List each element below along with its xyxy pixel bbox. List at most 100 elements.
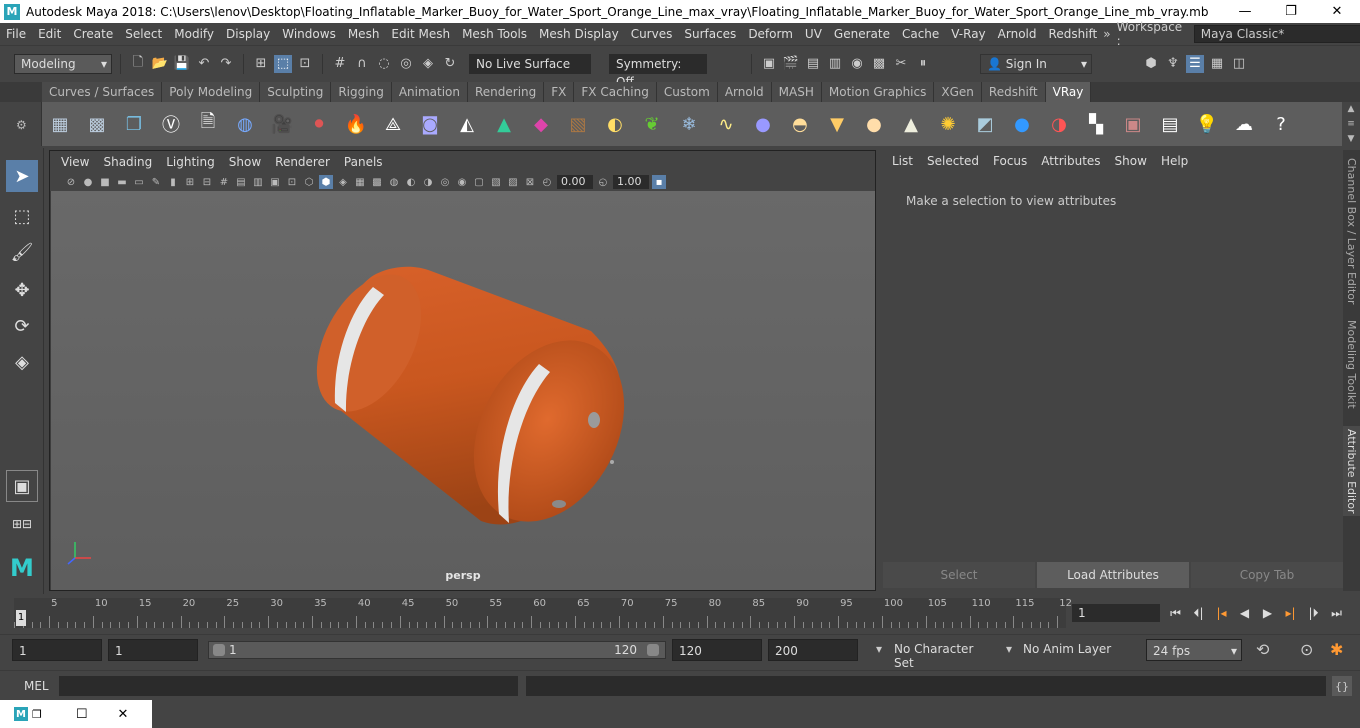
menu-display[interactable]: Display: [220, 27, 276, 41]
tab-modeling-toolkit[interactable]: Modeling Toolkit: [1343, 316, 1360, 412]
camera-select-icon[interactable]: ⊘: [64, 175, 78, 189]
vray-curve-icon[interactable]: ∿: [710, 108, 742, 140]
menu-file[interactable]: File: [0, 27, 32, 41]
menu-edit[interactable]: Edit: [32, 27, 67, 41]
copy-tab-button[interactable]: Copy Tab: [1191, 562, 1343, 588]
save-scene-icon[interactable]: 💾: [173, 55, 191, 73]
vray-log-icon[interactable]: 🗎: [192, 108, 224, 140]
script-language-label[interactable]: MEL: [24, 679, 49, 693]
shelf-tab-sculpting[interactable]: Sculpting: [260, 82, 332, 102]
shelf-tab-rigging[interactable]: Rigging: [331, 82, 392, 102]
channel-box-icon[interactable]: ◫: [1230, 55, 1248, 73]
scale-tool-icon[interactable]: ◈: [6, 346, 38, 378]
shelf-tab-mash[interactable]: MASH: [771, 82, 822, 102]
xray-joints-icon[interactable]: ▨: [506, 175, 520, 189]
select-object-icon[interactable]: ⬚: [274, 54, 292, 73]
snap-rotate-icon[interactable]: ↻: [441, 55, 459, 73]
vray-plane-icon[interactable]: ⟁: [377, 108, 409, 140]
smooth-shade-icon[interactable]: ⬢: [319, 175, 333, 189]
vray-material-icon[interactable]: ◍: [229, 108, 261, 140]
tab-channel-box[interactable]: Channel Box / Layer Editor: [1343, 156, 1360, 306]
chevron-down-icon[interactable]: ▾: [1006, 642, 1012, 656]
undo-icon[interactable]: ↶: [195, 55, 213, 73]
ae-menu-selected[interactable]: Selected: [920, 154, 986, 168]
vray-ies-light-icon[interactable]: ▼: [821, 108, 853, 140]
vray-dome-light-icon[interactable]: ◐: [599, 108, 631, 140]
paint-select-tool-icon[interactable]: 🖌: [6, 236, 38, 268]
grid-icon[interactable]: #: [217, 175, 231, 189]
character-controls-icon[interactable]: ♆: [1164, 55, 1182, 73]
buoy-model[interactable]: [51, 191, 875, 590]
range-handle-end[interactable]: [647, 644, 659, 656]
modeling-toolkit-icon[interactable]: ⬢: [1142, 55, 1160, 73]
menu-mesh-display[interactable]: Mesh Display: [533, 27, 625, 41]
menu-cache[interactable]: Cache: [896, 27, 945, 41]
select-component-icon[interactable]: ⊡: [296, 55, 314, 73]
snap-curve-icon[interactable]: ∩: [353, 55, 371, 73]
menu-redshift[interactable]: Redshift: [1043, 27, 1104, 41]
gate-mask-icon[interactable]: ▤: [234, 175, 248, 189]
shelf-menu-icon[interactable]: ≡: [1347, 119, 1355, 129]
snap-view-icon[interactable]: ◎: [397, 55, 415, 73]
color-management-icon[interactable]: ▪: [652, 175, 666, 189]
menu-modify[interactable]: Modify: [168, 27, 220, 41]
ae-menu-list[interactable]: List: [885, 154, 920, 168]
textured-icon[interactable]: ▦: [353, 175, 367, 189]
loop-icon[interactable]: ⟲: [1256, 640, 1269, 659]
auto-key-icon[interactable]: ⊙: [1300, 640, 1313, 659]
camera-attributes-icon[interactable]: ●: [81, 175, 95, 189]
menu-edit-mesh[interactable]: Edit Mesh: [385, 27, 456, 41]
motion-blur-icon[interactable]: ◑: [421, 175, 435, 189]
step-back-key-icon[interactable]: |◂: [1212, 604, 1231, 622]
anim-layer-dropdown[interactable]: No Anim Layer: [1023, 642, 1123, 656]
ae-menu-focus[interactable]: Focus: [986, 154, 1034, 168]
menu-uv[interactable]: UV: [799, 27, 828, 41]
render-settings-icon[interactable]: ▥: [826, 55, 844, 73]
vray-particles-icon[interactable]: ❄: [673, 108, 705, 140]
shelf-tab-rendering[interactable]: Rendering: [468, 82, 545, 102]
vray-render-elements-icon[interactable]: ▣: [1117, 108, 1149, 140]
help-icon[interactable]: ?: [1265, 108, 1297, 140]
menu-curves[interactable]: Curves: [625, 27, 679, 41]
safe-title-icon[interactable]: ⊡: [285, 175, 299, 189]
shelf-tab-arnold[interactable]: Arnold: [717, 82, 772, 102]
scroll-down-icon[interactable]: ▼: [1348, 134, 1355, 144]
vray-checker-icon[interactable]: ▚: [1080, 108, 1112, 140]
vray-wood-icon[interactable]: ▧: [562, 108, 594, 140]
snap-grid-icon[interactable]: #: [331, 55, 349, 73]
xray-icon[interactable]: ▧: [489, 175, 503, 189]
ae-menu-attributes[interactable]: Attributes: [1034, 154, 1107, 168]
shelf-tab-redshift[interactable]: Redshift: [981, 82, 1046, 102]
wireframe-icon[interactable]: ⬡: [302, 175, 316, 189]
fps-dropdown[interactable]: 24 fps ▾: [1146, 639, 1242, 661]
vray-table-icon[interactable]: ▤: [1154, 108, 1186, 140]
shelf-tab-vray[interactable]: VRay: [1045, 82, 1092, 102]
menu-mesh-tools[interactable]: Mesh Tools: [456, 27, 533, 41]
2d-pan-icon[interactable]: ▭: [132, 175, 146, 189]
vray-fire-icon[interactable]: 🔥: [340, 108, 372, 140]
gamma-field[interactable]: 1.00: [613, 175, 649, 189]
current-frame-field[interactable]: 1: [1072, 604, 1160, 622]
menu-set-dropdown[interactable]: Modeling ▾: [14, 53, 112, 74]
vray-omni-light-icon[interactable]: ●: [858, 108, 890, 140]
shelf-tab-fx-caching[interactable]: FX Caching: [574, 82, 657, 102]
animation-prefs-icon[interactable]: ✱: [1330, 640, 1343, 659]
tool-settings-icon[interactable]: ▦: [1208, 55, 1226, 73]
vray-settings-icon[interactable]: ▦: [44, 108, 76, 140]
camera-lock-icon[interactable]: ▮: [166, 175, 180, 189]
animation-end-field[interactable]: 200: [768, 639, 858, 661]
exposure-icon[interactable]: ◴: [540, 175, 554, 189]
four-view-layout-icon[interactable]: ⊞⊟: [6, 508, 38, 540]
exposure-field[interactable]: 0.00: [557, 175, 593, 189]
character-set-dropdown[interactable]: No Character Set: [894, 642, 994, 670]
film-gate-icon[interactable]: ⊞: [183, 175, 197, 189]
shelf-tab-curves-surfaces[interactable]: Curves / Surfaces: [42, 82, 163, 102]
menu-mesh[interactable]: Mesh: [342, 27, 386, 41]
time-ruler[interactable]: 5 10 15 20 25 30 35 40 45 50 55 60 65 70 75 80 85 90 95 100…: [14, 598, 1072, 628]
bookmark-icon[interactable]: ■: [98, 175, 112, 189]
image-plane-icon[interactable]: ▬: [115, 175, 129, 189]
minimized-window[interactable]: M ❐ ☐ ✕: [0, 700, 152, 728]
redo-icon[interactable]: ↷: [217, 55, 235, 73]
workspace-dropdown[interactable]: Maya Classic* ▾: [1193, 25, 1360, 43]
shelf-tab-xgen[interactable]: XGen: [934, 82, 982, 102]
